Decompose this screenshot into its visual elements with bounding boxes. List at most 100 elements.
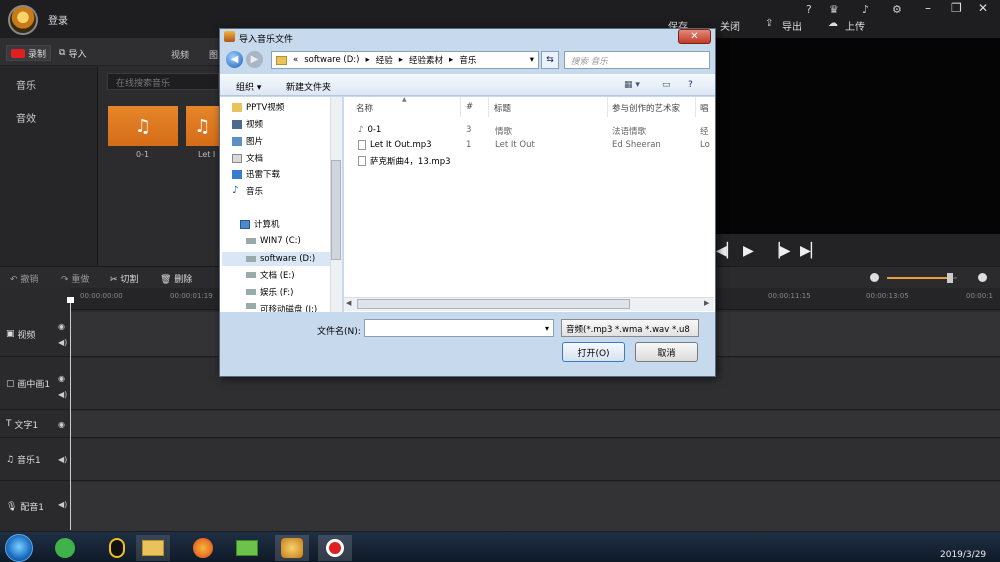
delete-button[interactable]: 🗑 删除 <box>160 272 192 285</box>
filename-input[interactable] <box>364 319 554 337</box>
organize-menu[interactable]: 组织 ▾ <box>236 80 261 93</box>
taskbar-firefox-icon[interactable] <box>186 535 220 561</box>
text-track-icon: T <box>6 419 15 429</box>
crown-icon[interactable]: ♛ <box>829 3 839 16</box>
speaker-icon[interactable]: ◀) <box>58 500 67 509</box>
gear-icon[interactable]: ⚙ <box>892 3 902 16</box>
nav-scrollbar-thumb[interactable] <box>331 160 341 260</box>
open-button[interactable]: 打开(O) <box>562 342 625 362</box>
track-music[interactable] <box>70 439 1000 481</box>
column-album[interactable]: 唱 <box>700 102 709 114</box>
scroll-left-icon[interactable]: ◀ <box>346 299 351 307</box>
taskbar-editor-icon[interactable] <box>275 535 309 561</box>
nav-item-pptv[interactable]: PPTV视频 <box>232 101 284 113</box>
refresh-button[interactable]: ⇆ <box>541 51 559 69</box>
music-thumb[interactable]: ♫ <box>108 106 178 146</box>
track-pip-header[interactable]: ▢ 画中画1 <box>0 358 70 410</box>
end-icon[interactable]: ▶▏ <box>800 243 822 259</box>
track-video-header[interactable]: ▣ 视频 <box>0 312 70 357</box>
file-artist: 法语情歌 <box>612 127 647 137</box>
speaker-icon[interactable]: ◀) <box>58 338 67 347</box>
undo-button[interactable]: ↶ 撤销 <box>10 272 38 285</box>
help-icon[interactable]: ? <box>806 3 812 16</box>
speaker-icon[interactable]: ◀) <box>58 390 67 399</box>
playhead-handle[interactable] <box>67 297 74 303</box>
speaker-icon[interactable]: ◀) <box>58 455 67 464</box>
folder-search-input[interactable]: 搜索 音乐 <box>564 51 710 69</box>
preview-pane-icon[interactable]: ▭ <box>662 80 671 90</box>
nav-item-pictures[interactable]: 图片 <box>232 135 263 147</box>
eye-icon[interactable]: ◉ <box>58 374 65 383</box>
breadcrumb-overflow[interactable]: « <box>293 55 298 65</box>
filetype-select[interactable]: 音频(*.mp3 *.wma *.wav *.u8 <box>561 319 699 337</box>
category-sound-effects[interactable]: 音效 <box>16 110 36 125</box>
bell-icon[interactable]: ♪ <box>862 3 869 16</box>
view-options-icon[interactable]: ▦ ▾ <box>624 80 640 90</box>
nav-item-downloads[interactable]: 迅雷下载 <box>232 168 280 180</box>
taskbar-recorder-icon[interactable] <box>318 535 352 561</box>
import-button[interactable]: ⧉ 导入 <box>55 45 90 61</box>
upload-button[interactable]: 上传 <box>845 18 865 33</box>
tab-image[interactable]: 图 <box>209 48 218 61</box>
cut-button[interactable]: ✂ 切割 <box>110 272 138 285</box>
column-name[interactable]: 名称 <box>356 102 373 114</box>
back-button[interactable]: ◀ <box>226 51 243 68</box>
redo-button[interactable]: ↷ 重做 <box>61 272 89 285</box>
close-icon[interactable]: ✕ <box>978 1 988 15</box>
next-frame-icon[interactable]: ▕▶ <box>769 243 791 259</box>
dialog-close-button[interactable]: ✕ <box>678 29 711 44</box>
new-folder-button[interactable]: 新建文件夹 <box>286 80 331 93</box>
eye-icon[interactable]: ◉ <box>58 322 65 331</box>
track-text[interactable] <box>70 411 1000 438</box>
nav-item-drive-d[interactable]: software (D:) <box>222 252 330 266</box>
column-artist[interactable]: 参与创作的艺术家 <box>612 102 680 114</box>
minimize-icon[interactable]: – <box>925 1 931 15</box>
horizontal-scrollbar-thumb[interactable] <box>357 299 630 309</box>
nav-item-music[interactable]: ♪ 音乐 <box>232 185 263 198</box>
file-row[interactable]: Let It Out.mp3 <box>358 140 432 150</box>
record-button[interactable]: 录制 <box>6 45 52 61</box>
taskbar-explorer-icon[interactable] <box>136 535 170 561</box>
category-music[interactable]: 音乐 <box>16 77 36 92</box>
taskbar-qq-icon[interactable] <box>100 535 134 561</box>
export-button[interactable]: 导出 <box>782 18 802 33</box>
chevron-down-icon[interactable]: ▾ <box>541 320 553 336</box>
zoom-out-icon[interactable] <box>870 273 879 282</box>
start-button[interactable] <box>5 534 33 562</box>
taskbar-app-icon[interactable] <box>48 535 82 561</box>
breadcrumb-item[interactable]: 音乐 <box>459 54 476 66</box>
breadcrumb-item[interactable]: software (D:) <box>304 55 359 65</box>
breadcrumb-item[interactable]: 经验素材 <box>409 54 443 66</box>
nav-item-computer[interactable]: 计算机 <box>240 218 280 230</box>
taskbar-app-icon[interactable] <box>230 535 264 561</box>
nav-item-drive-e[interactable]: 文档 (E:) <box>246 269 295 281</box>
music-search-input[interactable]: 在线搜索音乐 <box>107 73 219 90</box>
address-bar[interactable]: « software (D:) ▸ 经验 ▸ 经验素材 ▸ 音乐 ▾ <box>271 51 539 69</box>
login-link[interactable]: 登录 <box>48 12 68 27</box>
nav-item-videos[interactable]: 视频 <box>232 118 263 130</box>
track-voice[interactable] <box>70 482 1000 532</box>
scroll-right-icon[interactable]: ▶ <box>704 299 709 307</box>
close-project-button[interactable]: 关闭 <box>720 18 740 33</box>
music-thumb[interactable]: ♫ <box>186 106 219 146</box>
restore-icon[interactable]: ❐ <box>951 1 962 15</box>
eye-icon[interactable]: ◉ <box>58 420 65 429</box>
nav-item-documents[interactable]: 文档 <box>232 152 263 164</box>
breadcrumb-item[interactable]: 经验 <box>376 54 393 66</box>
chevron-down-icon[interactable]: ▾ <box>530 55 534 65</box>
nav-item-drive-f[interactable]: 娱乐 (F:) <box>246 286 293 298</box>
nav-item-removable[interactable]: 可移动磁盘 (I:) <box>246 303 317 312</box>
help-icon[interactable]: ? <box>688 80 693 90</box>
column-title[interactable]: 标题 <box>494 102 511 114</box>
file-row[interactable]: 萨克斯曲4，13.mp3 <box>358 155 451 167</box>
tab-video[interactable]: 视频 <box>171 48 189 61</box>
play-icon[interactable]: ▶ <box>743 243 754 259</box>
forward-button[interactable]: ▶ <box>246 51 263 68</box>
nav-item-drive-c[interactable]: WIN7 (C:) <box>246 236 301 246</box>
zoom-in-icon[interactable] <box>978 273 987 282</box>
cancel-button[interactable]: 取消 <box>635 342 698 362</box>
column-number[interactable]: # <box>466 102 473 112</box>
prev-frame-icon[interactable]: ◀▏ <box>716 243 738 259</box>
file-row[interactable]: ♪ 0-1 <box>358 125 381 135</box>
zoom-slider-handle[interactable] <box>947 273 953 283</box>
